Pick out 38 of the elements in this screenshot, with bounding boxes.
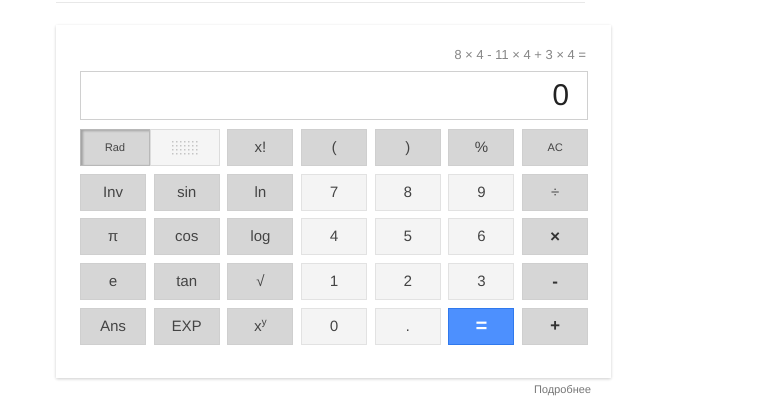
digit-button[interactable]: 0 <box>301 308 368 345</box>
function-button[interactable]: √ <box>227 263 294 300</box>
function-button[interactable]: cos <box>154 218 220 256</box>
function-button[interactable]: x$^{y}$ <box>227 308 294 345</box>
function-button[interactable]: Inv <box>80 174 146 211</box>
result-display: 0 <box>80 71 588 120</box>
digit-button[interactable]: 5 <box>374 218 441 256</box>
function-button[interactable]: ) <box>374 129 441 166</box>
digit-button[interactable]: 1 <box>301 263 368 300</box>
function-button[interactable]: × <box>522 218 588 256</box>
function-button[interactable]: Ans <box>80 308 146 345</box>
digit-button[interactable]: . <box>374 308 441 345</box>
digit-button[interactable]: 2 <box>374 263 441 300</box>
function-button[interactable]: + <box>522 308 588 345</box>
function-button[interactable]: - <box>522 263 588 300</box>
function-button[interactable]: tan <box>154 263 220 300</box>
more-link[interactable]: Подробнее <box>56 384 591 396</box>
function-button[interactable]: EXP <box>154 308 220 345</box>
digit-button[interactable]: 6 <box>448 218 514 256</box>
function-button[interactable]: % <box>448 129 514 166</box>
digit-button[interactable]: 4 <box>301 218 368 256</box>
angle-mode-toggle[interactable] <box>150 129 220 166</box>
digit-button[interactable]: 7 <box>301 174 368 211</box>
function-button[interactable]: ln <box>227 174 294 211</box>
rad-toggle[interactable]: Rad <box>80 129 150 166</box>
function-button[interactable]: ( <box>301 129 368 166</box>
function-button[interactable]: e <box>80 263 146 300</box>
function-button[interactable]: AC <box>522 129 588 166</box>
function-button[interactable]: x! <box>227 129 294 166</box>
function-button[interactable]: π <box>80 218 146 256</box>
digit-button[interactable]: 9 <box>448 174 514 211</box>
expression-text: 8 × 4 - 11 × 4 + 3 × 4 = <box>453 47 587 64</box>
function-button[interactable]: sin <box>154 174 220 211</box>
dot-grid-icon <box>172 140 198 154</box>
function-button[interactable]: log <box>227 218 294 256</box>
digit-button[interactable]: 8 <box>374 174 441 211</box>
function-button[interactable]: ÷ <box>522 174 588 211</box>
digit-button[interactable]: 3 <box>448 263 514 300</box>
